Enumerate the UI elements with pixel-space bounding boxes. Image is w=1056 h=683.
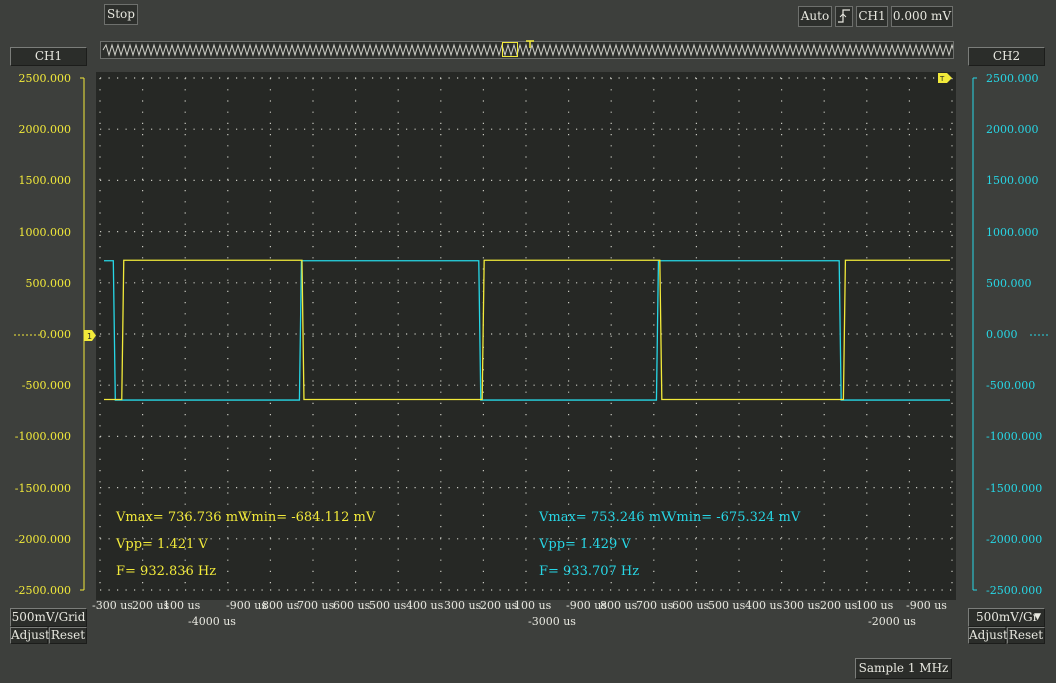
trigger-edge-icon[interactable] bbox=[835, 6, 853, 27]
ch1-axis-label: -1000.000 bbox=[14, 430, 71, 444]
trigger-level-field[interactable]: 0.000 mV bbox=[891, 6, 953, 27]
ch1-reset-button[interactable]: Reset bbox=[49, 627, 87, 644]
trigger-position-marker-icon[interactable] bbox=[525, 37, 535, 48]
time-tick-label: -300 us bbox=[92, 599, 133, 612]
svg-text:1: 1 bbox=[87, 332, 92, 341]
time-tick-label: 400 us bbox=[745, 599, 783, 612]
ch1-ground-marker-icon[interactable]: 1 bbox=[84, 330, 96, 341]
time-tick-label: 500 us bbox=[708, 599, 746, 612]
time-tick-label: 800 us bbox=[600, 599, 638, 612]
ch2-adjust-button[interactable]: Adjust bbox=[968, 627, 1008, 644]
ch1-vmin-readout: Vmin= -684.112 mV bbox=[242, 510, 376, 525]
chevron-down-icon[interactable]: ▼ bbox=[1034, 609, 1041, 626]
ch2-axis-label: -1000.000 bbox=[986, 430, 1043, 444]
ch2-waveform bbox=[104, 260, 950, 401]
time-tick-label: 500 us bbox=[369, 599, 407, 612]
ch1-axis-label: -500.000 bbox=[21, 379, 71, 393]
ch1-axis bbox=[0, 0, 96, 683]
time-tick-label: -900 us bbox=[226, 599, 267, 612]
ch2-axis-label: -2000.000 bbox=[986, 532, 1043, 546]
ch2-axis-label: -500.000 bbox=[986, 379, 1036, 393]
ch1-axis-label: -1500.000 bbox=[14, 481, 71, 495]
time-tick-label: 200 us bbox=[480, 599, 518, 612]
ch2-axis-label: 1500.000 bbox=[986, 174, 1039, 188]
ch1-axis-label: 500.000 bbox=[25, 276, 72, 290]
ch2-axis bbox=[960, 0, 1056, 683]
time-tick-label: 300 us bbox=[783, 599, 821, 612]
time-major-label: -3000 us bbox=[528, 615, 576, 628]
time-major-label: -4000 us bbox=[188, 615, 236, 628]
trigger-mode-button[interactable]: Auto bbox=[798, 6, 832, 27]
ch2-vmax-readout: Vmax= 753.246 mV bbox=[539, 510, 671, 525]
overview-view-window[interactable] bbox=[502, 42, 518, 57]
ch2-vpp-readout: Vpp= 1.429 V bbox=[539, 537, 631, 552]
ch1-axis-label: -2500.000 bbox=[14, 584, 71, 597]
time-tick-label: 700 us bbox=[636, 599, 674, 612]
ch2-axis-label: 0.000 bbox=[986, 328, 1018, 341]
time-tick-label: 600 us bbox=[333, 599, 371, 612]
time-major-label: -2000 us bbox=[868, 615, 916, 628]
ch1-axis-label: -2000.000 bbox=[14, 532, 71, 546]
ch1-axis-label: 1500.000 bbox=[18, 174, 72, 188]
time-tick-label: 300 us bbox=[444, 599, 482, 612]
ch2-scale-select[interactable]: 500mV/Gr ▼ bbox=[968, 608, 1045, 627]
time-tick-label: 200 us bbox=[820, 599, 858, 612]
time-tick-label: 100 us bbox=[856, 599, 894, 612]
ch1-frequency-readout: F= 932.836 Hz bbox=[116, 564, 217, 579]
ch1-adjust-button[interactable]: Adjust bbox=[10, 627, 50, 644]
time-tick-label: -900 us bbox=[906, 599, 947, 612]
trigger-level-marker-icon[interactable]: T bbox=[938, 72, 952, 83]
ch1-vpp-readout: Vpp= 1.421 V bbox=[116, 537, 208, 552]
time-tick-label: 700 us bbox=[297, 599, 335, 612]
ch2-axis-label: -2500.000 bbox=[986, 584, 1043, 597]
ch1-scale-select[interactable]: 500mV/Grid bbox=[10, 608, 87, 627]
ch2-vmin-readout: Vmin= -675.324 mV bbox=[667, 510, 801, 525]
time-tick-label: 800 us bbox=[262, 599, 300, 612]
ch2-axis-label: 1000.000 bbox=[986, 225, 1039, 239]
ch1-axis-label: 2000.000 bbox=[18, 123, 72, 137]
trigger-source-button[interactable]: CH1 bbox=[856, 6, 888, 27]
ch2-axis-label: 2500.000 bbox=[986, 72, 1039, 85]
svg-text:T: T bbox=[939, 75, 945, 83]
ch2-reset-button[interactable]: Reset bbox=[1007, 627, 1045, 644]
time-tick-label: 400 us bbox=[406, 599, 444, 612]
ch2-scale-label: 500mV/Gr bbox=[976, 610, 1039, 624]
ch2-axis-label: -1500.000 bbox=[986, 481, 1043, 495]
time-tick-label: 100 us bbox=[163, 599, 201, 612]
stop-button[interactable]: Stop bbox=[104, 4, 138, 25]
ch2-axis-label: 2000.000 bbox=[986, 123, 1039, 137]
ch1-waveform bbox=[104, 259, 950, 401]
time-tick-label: 100 us bbox=[514, 599, 552, 612]
scope-display[interactable]: T Vmax= 736.736 mV Vmin= -684.112 mV Vpp… bbox=[96, 72, 956, 600]
ch1-axis-label: 0.000 bbox=[39, 328, 72, 341]
ch1-axis-label: 2500.000 bbox=[18, 72, 72, 85]
ch1-axis-label: 1000.000 bbox=[18, 225, 72, 239]
ch2-frequency-readout: F= 933.707 Hz bbox=[539, 564, 640, 579]
sample-rate-status: Sample 1 MHz bbox=[855, 658, 952, 679]
ch1-vmax-readout: Vmax= 736.736 mV bbox=[116, 510, 248, 525]
time-tick-label: 600 us bbox=[672, 599, 710, 612]
ch2-axis-label: 500.000 bbox=[986, 276, 1032, 290]
